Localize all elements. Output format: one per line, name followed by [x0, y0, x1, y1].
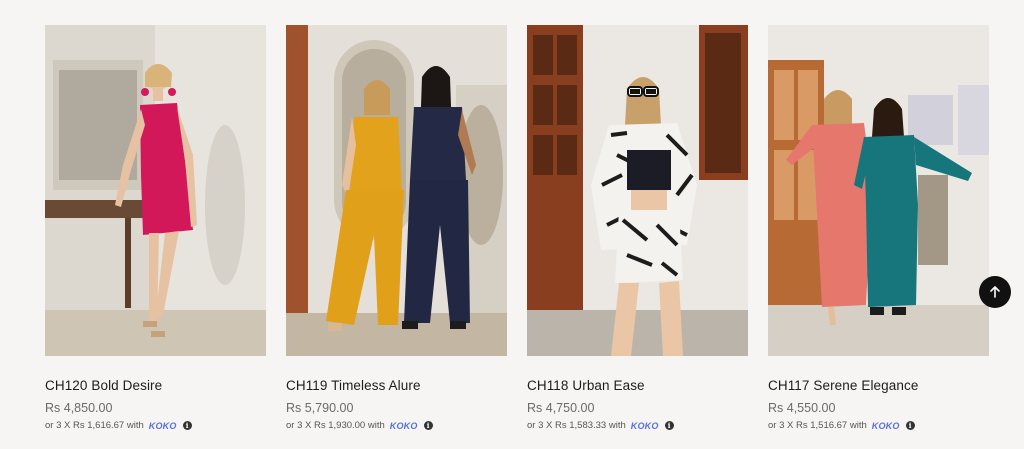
product-image[interactable] [527, 25, 748, 356]
product-card[interactable]: CH120 Bold Desire Rs 4,850.00 or 3 X Rs … [45, 25, 266, 431]
installment-info: or 3 X Rs 1,516.67 with KOKO i [768, 420, 989, 431]
koko-logo: KOKO [148, 420, 177, 431]
product-card[interactable]: CH117 Serene Elegance Rs 4,550.00 or 3 X… [768, 25, 989, 431]
koko-logo: KOKO [871, 420, 900, 431]
koko-logo: KOKO [389, 420, 418, 431]
product-image[interactable] [45, 25, 266, 356]
installment-info: or 3 X Rs 1,583.33 with KOKO i [527, 420, 748, 431]
product-photo-3 [527, 25, 748, 356]
installment-text: or 3 X Rs 1,930.00 with [286, 420, 385, 431]
product-photo-4 [768, 25, 989, 356]
product-title[interactable]: CH117 Serene Elegance [768, 378, 989, 393]
arrow-up-icon [990, 286, 1000, 298]
installment-info: or 3 X Rs 1,616.67 with KOKO i [45, 420, 266, 431]
product-image[interactable] [286, 25, 507, 356]
product-price: Rs 4,750.00 [527, 401, 595, 415]
product-price: Rs 4,550.00 [768, 401, 836, 415]
info-icon[interactable]: i [905, 421, 915, 430]
product-card[interactable]: CH119 Timeless Alure Rs 5,790.00 or 3 X … [286, 25, 507, 431]
product-photo-2 [286, 25, 507, 356]
installment-info: or 3 X Rs 1,930.00 with KOKO i [286, 420, 507, 431]
installment-text: or 3 X Rs 1,616.67 with [45, 420, 144, 431]
installment-text: or 3 X Rs 1,583.33 with [527, 420, 626, 431]
product-title[interactable]: CH119 Timeless Alure [286, 378, 507, 393]
koko-logo: KOKO [630, 420, 659, 431]
product-grid: CH120 Bold Desire Rs 4,850.00 or 3 X Rs … [45, 25, 989, 431]
product-price: Rs 5,790.00 [286, 401, 354, 415]
info-icon[interactable]: i [664, 421, 674, 430]
scroll-to-top-button[interactable] [979, 276, 1011, 308]
info-icon[interactable]: i [423, 421, 433, 430]
info-icon[interactable]: i [182, 421, 192, 430]
product-title[interactable]: CH120 Bold Desire [45, 378, 266, 393]
product-card[interactable]: CH118 Urban Ease Rs 4,750.00 or 3 X Rs 1… [527, 25, 748, 431]
product-price: Rs 4,850.00 [45, 401, 113, 415]
product-title[interactable]: CH118 Urban Ease [527, 378, 748, 393]
product-image[interactable] [768, 25, 989, 356]
product-photo-1 [45, 25, 266, 356]
installment-text: or 3 X Rs 1,516.67 with [768, 420, 867, 431]
